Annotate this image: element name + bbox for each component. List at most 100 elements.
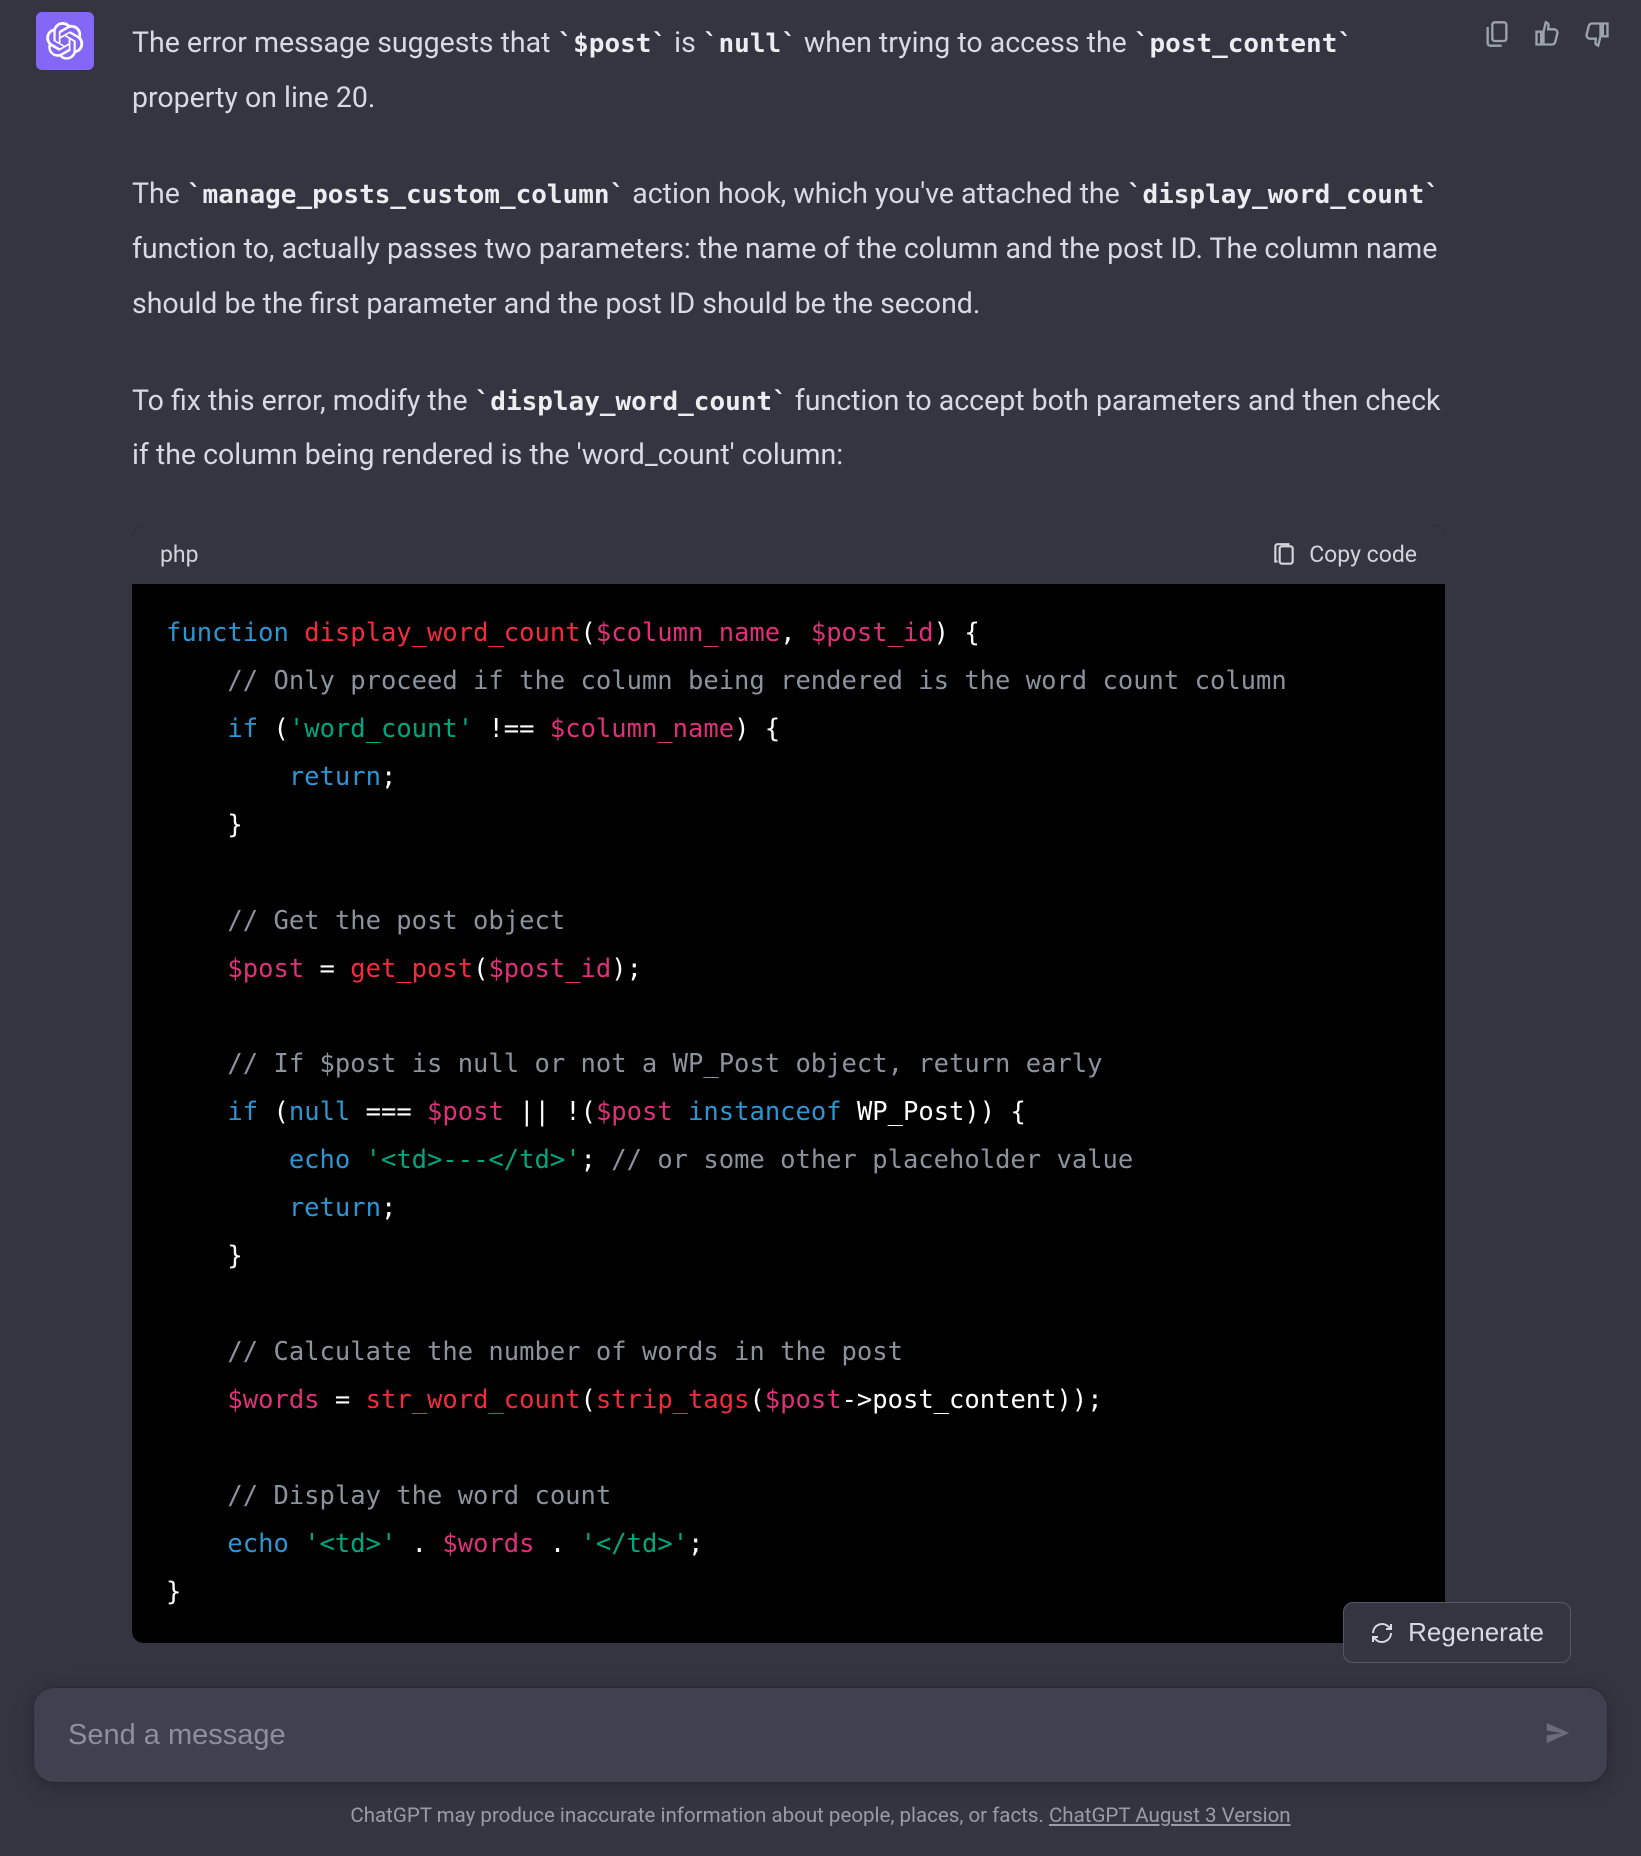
code-token: } bbox=[166, 1577, 181, 1607]
assistant-message: The error message suggests that `$post` … bbox=[0, 0, 1641, 1643]
openai-logo-icon bbox=[46, 22, 84, 60]
code-token: ; bbox=[381, 1193, 396, 1223]
code-token: ( bbox=[258, 714, 289, 744]
code-token: || !( bbox=[504, 1097, 596, 1127]
code-token: = bbox=[320, 1385, 366, 1415]
inline-code: `display_word_count` bbox=[475, 387, 788, 417]
code-header: php Copy code bbox=[132, 525, 1445, 584]
code-token: echo bbox=[227, 1529, 288, 1559]
text: The error message suggests that bbox=[132, 26, 558, 59]
clipboard-icon[interactable] bbox=[1483, 20, 1511, 48]
message-content: The error message suggests that `$post` … bbox=[132, 12, 1445, 1643]
code-token: $post_id bbox=[811, 618, 934, 648]
code-block: php Copy code function display_word_coun… bbox=[132, 525, 1445, 1643]
code-token: get_post bbox=[350, 954, 473, 984]
code-token: 'word_count' bbox=[289, 714, 473, 744]
code-token: = bbox=[304, 954, 350, 984]
code-token bbox=[350, 1145, 365, 1175]
code-token: str_word_count bbox=[366, 1385, 581, 1415]
inline-code: `display_word_count` bbox=[1127, 180, 1440, 210]
paragraph-2: The `manage_posts_custom_column` action … bbox=[132, 167, 1445, 331]
message-input-container bbox=[34, 1688, 1607, 1782]
code-content: function display_word_count($column_name… bbox=[132, 584, 1445, 1643]
code-token: ; bbox=[581, 1145, 612, 1175]
code-token: ->post_content)); bbox=[842, 1385, 1103, 1415]
inline-code: `null` bbox=[703, 29, 797, 59]
code-token: // or some other placeholder value bbox=[611, 1145, 1133, 1175]
code-token: ( bbox=[473, 954, 488, 984]
code-token: === bbox=[350, 1097, 427, 1127]
thumbs-down-icon[interactable] bbox=[1583, 20, 1611, 48]
message-input[interactable] bbox=[68, 1719, 1543, 1752]
version-link[interactable]: ChatGPT August 3 Version bbox=[1049, 1804, 1291, 1828]
code-token bbox=[673, 1097, 688, 1127]
code-token: } bbox=[227, 1241, 242, 1271]
code-token: !== bbox=[473, 714, 550, 744]
text: The bbox=[132, 177, 187, 210]
code-token: ( bbox=[258, 1097, 289, 1127]
send-icon bbox=[1543, 1718, 1573, 1748]
thumbs-up-icon[interactable] bbox=[1533, 20, 1561, 48]
code-token: strip_tags bbox=[596, 1385, 750, 1415]
clipboard-icon bbox=[1271, 542, 1297, 568]
code-token: . bbox=[535, 1529, 581, 1559]
code-token: $post bbox=[596, 1097, 673, 1127]
code-token: $column_name bbox=[596, 618, 780, 648]
assistant-avatar bbox=[36, 12, 94, 70]
code-token bbox=[289, 1529, 304, 1559]
disclaimer-text: ChatGPT may produce inaccurate informati… bbox=[350, 1804, 1049, 1828]
code-token: $post bbox=[765, 1385, 842, 1415]
code-token: } bbox=[227, 810, 242, 840]
text: when trying to access the bbox=[797, 26, 1134, 59]
code-token: instanceof bbox=[688, 1097, 842, 1127]
text: To fix this error, modify the bbox=[132, 384, 475, 417]
code-token: $words bbox=[227, 1385, 319, 1415]
code-token: if bbox=[227, 714, 258, 744]
code-token: display_word_count bbox=[304, 618, 580, 648]
disclaimer: ChatGPT may produce inaccurate informati… bbox=[34, 1782, 1607, 1828]
code-token: // Calculate the number of words in the … bbox=[227, 1337, 903, 1367]
text: property on line 20. bbox=[132, 81, 375, 114]
inline-code: `post_content` bbox=[1134, 29, 1353, 59]
send-button[interactable] bbox=[1543, 1718, 1573, 1752]
text: action hook, which you've attached the bbox=[625, 177, 1127, 210]
code-token: return bbox=[289, 762, 381, 792]
code-token: ) { bbox=[934, 618, 980, 648]
code-token: function bbox=[166, 618, 289, 648]
code-language: php bbox=[160, 541, 199, 568]
code-token: // If $post is null or not a WP_Post obj… bbox=[227, 1049, 1102, 1079]
code-token: // Get the post object bbox=[227, 906, 565, 936]
code-token: // Display the word count bbox=[227, 1481, 611, 1511]
code-token: '<td>---</td>' bbox=[366, 1145, 581, 1175]
paragraph-3: To fix this error, modify the `display_w… bbox=[132, 374, 1445, 483]
inline-code: `$post` bbox=[558, 29, 668, 59]
copy-code-button[interactable]: Copy code bbox=[1271, 541, 1417, 568]
code-token: , bbox=[780, 618, 811, 648]
code-token: return bbox=[289, 1193, 381, 1223]
code-token: null bbox=[289, 1097, 350, 1127]
regenerate-label: Regenerate bbox=[1408, 1617, 1544, 1648]
code-token: // Only proceed if the column being rend… bbox=[227, 666, 1286, 696]
code-token: ( bbox=[581, 618, 596, 648]
message-actions bbox=[1483, 12, 1621, 1643]
code-token: $post bbox=[227, 954, 304, 984]
paragraph-1: The error message suggests that `$post` … bbox=[132, 16, 1445, 125]
text: is bbox=[667, 26, 703, 59]
code-token: ( bbox=[581, 1385, 596, 1415]
inline-code: `manage_posts_custom_column` bbox=[187, 180, 625, 210]
code-token: ( bbox=[749, 1385, 764, 1415]
regenerate-button[interactable]: Regenerate bbox=[1343, 1602, 1571, 1663]
code-token: ; bbox=[381, 762, 396, 792]
copy-label: Copy code bbox=[1309, 541, 1417, 568]
refresh-icon bbox=[1370, 1621, 1394, 1645]
code-token: . bbox=[396, 1529, 442, 1559]
code-token: $column_name bbox=[550, 714, 734, 744]
bottom-bar: Regenerate ChatGPT may produce inaccurat… bbox=[0, 1642, 1641, 1856]
code-token: ; bbox=[688, 1529, 703, 1559]
code-token: '</td>' bbox=[581, 1529, 688, 1559]
code-token: $words bbox=[442, 1529, 534, 1559]
code-token: echo bbox=[289, 1145, 350, 1175]
text: function to, actually passes two paramet… bbox=[132, 232, 1437, 320]
code-token: $post bbox=[427, 1097, 504, 1127]
code-token: if bbox=[227, 1097, 258, 1127]
